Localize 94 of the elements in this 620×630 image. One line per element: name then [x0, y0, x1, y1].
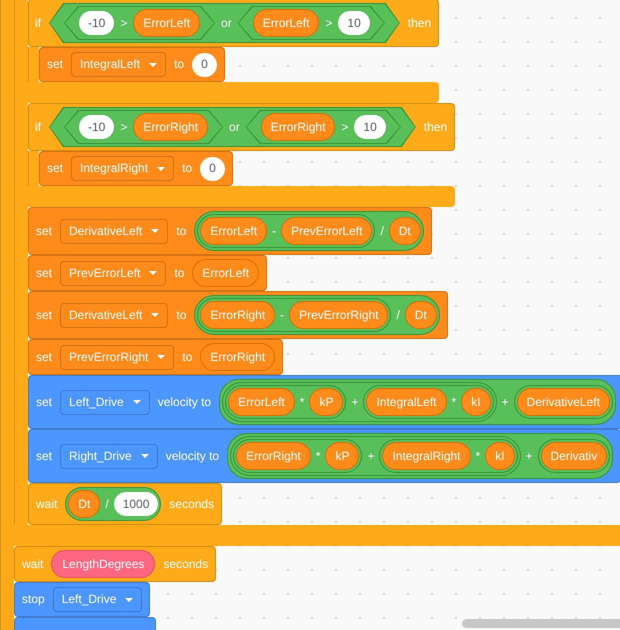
variable-reporter: Derivativ	[540, 442, 608, 470]
block-label: if	[35, 120, 41, 134]
block-label: seconds	[169, 496, 214, 512]
number-input[interactable]: 1000	[114, 492, 158, 516]
operator-symbol: or	[229, 120, 240, 134]
block-label: seconds	[163, 556, 208, 572]
block-label: stop	[22, 592, 45, 607]
block-label: wait	[36, 496, 58, 512]
block-label: to	[174, 57, 184, 72]
number-input[interactable]: 0	[192, 52, 217, 76]
operator-symbol: *	[452, 394, 456, 410]
variable-reporter: ErrorLeft	[192, 259, 260, 287]
operator-symbol: /	[396, 308, 400, 322]
variable-reporter: Dt	[68, 490, 100, 518]
variable-reporter: PrevErrorRight	[289, 301, 388, 329]
dropdown-field[interactable]: PrevErrorRight	[60, 344, 174, 370]
block-label: set	[36, 350, 52, 364]
caret-icon	[157, 166, 166, 170]
caret-icon	[132, 400, 141, 404]
operator-symbol: >	[120, 16, 128, 30]
variable-reporter: ErrorRight	[200, 301, 276, 329]
operator-symbol: -	[280, 308, 284, 322]
variable-reporter: PrevErrorLeft	[281, 217, 372, 245]
caret-icon	[157, 355, 166, 359]
variable-reporter: ErrorRight	[236, 442, 311, 470]
block-label: to	[182, 161, 192, 176]
variable-reporter: kI	[461, 388, 491, 416]
caret-icon	[140, 454, 149, 458]
variable-reporter: Dt	[404, 301, 437, 329]
operator-symbol: /	[380, 224, 384, 238]
operator-symbol: >	[325, 16, 332, 30]
dropdown-field[interactable]: Left_Drive	[52, 587, 142, 612]
block-label: if	[35, 16, 41, 30]
number-input[interactable]: 10	[354, 115, 386, 139]
operator-symbol: +	[367, 448, 374, 464]
variable-reporter: ErrorLeft	[228, 388, 295, 416]
variable-reporter: kP	[309, 388, 344, 416]
variable-reporter: kI	[485, 442, 515, 470]
dropdown-field[interactable]: DerivativeLeft	[60, 218, 168, 244]
dropdown-field[interactable]: DerivativeLeft	[60, 302, 168, 328]
variable-reporter: IntegralLeft	[366, 388, 447, 416]
dropdown-field[interactable]: Left_Drive	[60, 390, 150, 414]
variable-reporter: ErrorLeft	[252, 9, 320, 37]
operator-symbol: +	[351, 394, 358, 410]
block-label: to	[174, 266, 184, 280]
variable-reporter: DerivativeLeft	[516, 388, 610, 416]
block-label: set	[36, 394, 52, 410]
block-label: wait	[22, 556, 44, 572]
variable-reporter: IntegralRight	[382, 442, 471, 470]
number-input[interactable]: -10	[79, 11, 114, 35]
block-label: to	[176, 224, 186, 238]
block-label: then	[408, 16, 432, 30]
caret-icon	[149, 62, 158, 66]
block-label: set	[36, 266, 52, 280]
operator-symbol: *	[316, 448, 320, 464]
operator-symbol: *	[300, 394, 304, 410]
variable-reporter: Dt	[388, 217, 421, 245]
variable-reporter: ErrorRight	[133, 113, 208, 141]
number-input[interactable]: 0	[200, 156, 225, 180]
operator-symbol: *	[476, 448, 480, 464]
block-label: set	[36, 448, 52, 464]
dropdown-field[interactable]: IntegralLeft	[71, 52, 166, 77]
variable-reporter: ErrorLeft	[133, 9, 200, 37]
block-label: then	[424, 120, 448, 134]
operator-symbol: >	[341, 120, 348, 134]
block-label: velocity to	[166, 448, 220, 464]
operator-symbol: -	[272, 224, 276, 238]
dropdown-field[interactable]: IntegralRight	[71, 156, 174, 181]
operator-symbol: /	[105, 496, 109, 512]
horizontal-scrollbar[interactable]	[462, 619, 620, 628]
block-label: set	[36, 224, 52, 238]
caret-icon	[149, 271, 158, 275]
variable-reporter: ErrorRight	[200, 343, 276, 371]
number-input[interactable]: 10	[338, 11, 370, 35]
variable-reporter: ErrorLeft	[200, 217, 268, 245]
variable-reporter: ErrorRight	[260, 113, 336, 141]
caret-icon	[125, 598, 134, 602]
variable-reporter: kP	[325, 442, 360, 470]
block-label: velocity to	[158, 394, 212, 410]
caret-icon	[151, 313, 160, 317]
block-label: set	[47, 57, 64, 72]
block-label: to	[176, 308, 186, 322]
operator-symbol: >	[120, 120, 128, 134]
operator-symbol: +	[526, 448, 533, 464]
caret-icon	[151, 229, 160, 233]
dropdown-field[interactable]: PrevErrorLeft	[60, 260, 166, 286]
operator-symbol: +	[502, 394, 509, 410]
parameter-reporter: LengthDegrees	[51, 550, 156, 578]
block-label: set	[36, 308, 52, 322]
number-input[interactable]: -10	[79, 115, 114, 139]
block-label: set	[47, 161, 64, 176]
operator-symbol: or	[221, 16, 232, 30]
block-label: to	[182, 350, 192, 364]
dropdown-field[interactable]: Right_Drive	[60, 444, 158, 468]
